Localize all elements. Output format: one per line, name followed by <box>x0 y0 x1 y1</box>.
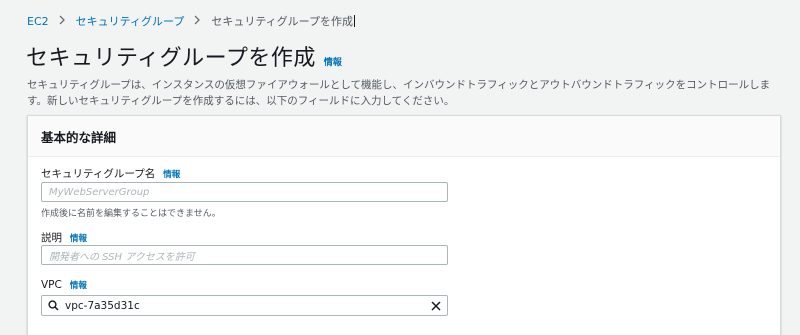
description-field-label: 説明 <box>41 232 62 244</box>
name-info-link[interactable]: 情報 <box>163 168 180 180</box>
vpc-field-label: VPC <box>41 279 62 291</box>
text-cursor <box>354 15 356 27</box>
page-header: セキュリティグループを作成 情報 <box>26 40 342 72</box>
search-icon <box>42 300 64 311</box>
breadcrumb-security-groups[interactable]: セキュリティグループ <box>76 13 185 29</box>
name-hint: 作成後に名前を編集することはできません。 <box>41 209 221 219</box>
description-info-link[interactable]: 情報 <box>70 232 87 244</box>
vpc-select[interactable]: vpc-7a35d31c <box>41 295 448 316</box>
breadcrumb-ec2[interactable]: EC2 <box>27 15 49 28</box>
page-description: セキュリティグループは、インスタンスの仮想ファイアウォールとして機能し、インバウ… <box>27 79 771 107</box>
name-field-label: セキュリティグループ名 <box>41 168 156 180</box>
breadcrumb: EC2 セキュリティグループ セキュリティグループを作成 <box>27 13 356 29</box>
breadcrumb-current: セキュリティグループを作成 <box>211 15 354 28</box>
description-field-label-row: 説明 情報 <box>41 230 87 245</box>
security-group-name-input[interactable]: MyWebServerGroup <box>41 182 448 202</box>
panel-title: 基本的な詳細 <box>41 129 117 145</box>
vpc-value: vpc-7a35d31c <box>65 299 140 312</box>
close-icon[interactable] <box>425 300 447 311</box>
name-field-label-row: セキュリティグループ名 情報 <box>41 166 180 181</box>
page-title: セキュリティグループを作成 <box>26 46 316 71</box>
vpc-field-label-row: VPC 情報 <box>41 279 87 291</box>
name-placeholder: MyWebServerGroup <box>49 186 150 198</box>
page-info-link[interactable]: 情報 <box>324 55 342 68</box>
panel-header: 基本的な詳細 <box>28 116 780 157</box>
vpc-info-link[interactable]: 情報 <box>70 279 87 291</box>
description-input[interactable]: 開発者への SSH アクセスを許可 <box>41 245 448 265</box>
chevron-right-icon <box>59 14 66 28</box>
description-placeholder: 開発者への SSH アクセスを許可 <box>49 251 195 263</box>
basic-details-panel: 基本的な詳細 セキュリティグループ名 情報 MyWebServerGroup 作… <box>27 115 781 335</box>
chevron-right-icon <box>194 14 201 28</box>
